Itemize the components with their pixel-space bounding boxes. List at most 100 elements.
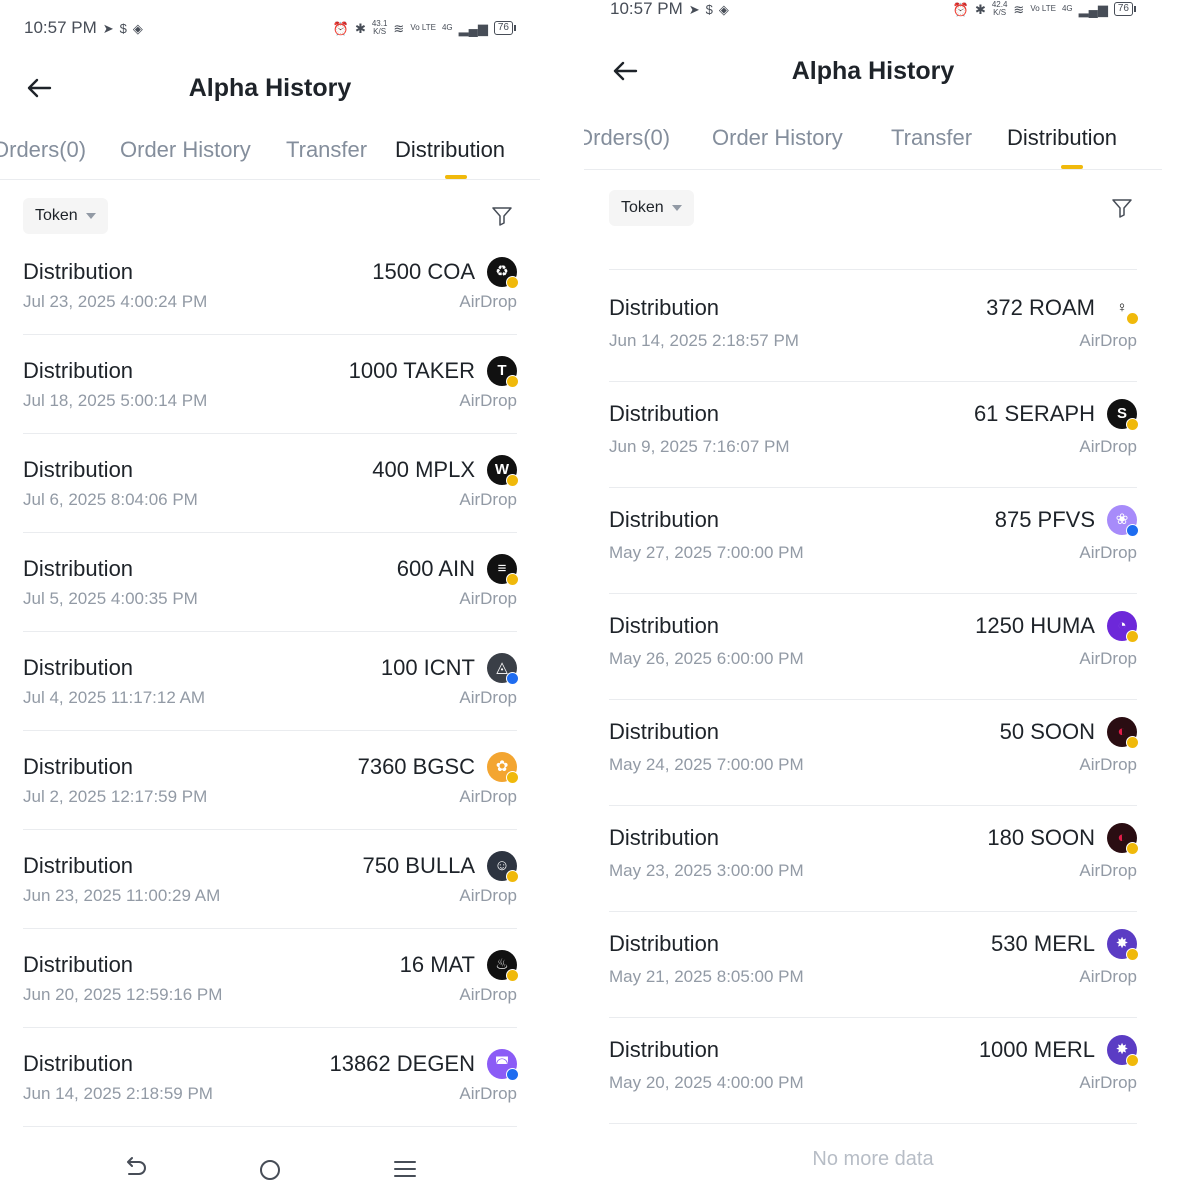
list-item[interactable]: Distribution Jul 18, 2025 5:00:14 PM 1000 … xyxy=(23,356,519,456)
icnt-coin-icon: ◬ xyxy=(487,653,519,685)
list-item[interactable]: Distribution May 24, 2025 7:00:00 PM 50 SO… xyxy=(609,717,1139,824)
row-title: Distribution xyxy=(609,931,720,956)
row-title: Distribution xyxy=(23,655,134,680)
row-date: Jun 14, 2025 2:18:59 PM xyxy=(23,1084,213,1103)
telegram-icon: ➤ xyxy=(102,20,114,36)
signal-icon: ▂▄▆ xyxy=(1078,1,1108,17)
row-type: AirDrop xyxy=(1079,861,1137,880)
row-amount: 875 PFVS xyxy=(994,507,1095,532)
bgsc-coin-icon: ✿ xyxy=(487,752,519,784)
list-item[interactable]: Distribution Jun 9, 2025 7:16:07 PM 61 SER… xyxy=(609,399,1139,506)
left-screenshot: 10:57 PM ➤ $ ◈ ⏰ ✱ 43.1 K/S ≋ Vo LTE 4G ▂… xyxy=(0,0,540,1200)
list-item[interactable]: Distribution Jun 23, 2025 11:00:29 AM 750 … xyxy=(23,851,519,951)
row-title: Distribution xyxy=(23,259,134,284)
list-item[interactable]: Distribution Jun 14, 2025 2:18:59 PM 13862… xyxy=(23,1049,519,1149)
list-item[interactable]: Distribution Jul 5, 2025 4:00:35 PM 600 AI… xyxy=(23,554,519,654)
tab-transfer[interactable]: Transfer xyxy=(286,132,367,168)
row-title: Distribution xyxy=(609,507,720,532)
token-filter-button[interactable]: Token xyxy=(609,190,694,226)
row-type: AirDrop xyxy=(459,490,517,509)
row-date: May 20, 2025 4:00:00 PM xyxy=(609,1073,804,1092)
row-type: AirDrop xyxy=(1079,331,1137,350)
battery-icon: 76 xyxy=(493,21,516,35)
status-time: 10:57 PM xyxy=(610,0,683,18)
list-item[interactable]: Distribution Jun 20, 2025 12:59:16 PM 16 M… xyxy=(23,950,519,1050)
list-item[interactable]: Distribution May 20, 2025 4:00:00 PM 1000 … xyxy=(609,1035,1139,1142)
list-item[interactable]: Distribution May 21, 2025 8:05:00 PM 530 M… xyxy=(609,929,1139,1036)
tab-divider xyxy=(0,179,540,180)
status-bar: 10:57 PM ➤ $ ◈ ⏰ ✱ 43.1 K/S ≋ Vo LTE 4G ▂… xyxy=(0,13,540,43)
page-title: Alpha History xyxy=(188,74,352,102)
row-title: Distribution xyxy=(23,1051,134,1076)
row-title: Distribution xyxy=(23,457,134,482)
tab-order-history[interactable]: Order History xyxy=(712,120,843,156)
filter-icon[interactable] xyxy=(1110,196,1134,220)
tab-distribution[interactable]: Distribution xyxy=(395,132,505,168)
row-title: Distribution xyxy=(23,358,134,383)
token-filter-button[interactable]: Token xyxy=(23,198,108,234)
list-item[interactable]: Distribution May 27, 2025 7:00:00 PM 875 P… xyxy=(609,505,1139,612)
list-item[interactable]: Distribution Jul 6, 2025 8:04:06 PM 400 MP… xyxy=(23,455,519,555)
list-item[interactable]: Distribution Jul 2, 2025 12:17:59 PM 7360 … xyxy=(23,752,519,852)
row-type: AirDrop xyxy=(459,589,517,608)
list-item[interactable]: Distribution Jul 4, 2025 11:17:12 AM 100 I… xyxy=(23,653,519,753)
row-title: Distribution xyxy=(23,952,134,977)
row-divider xyxy=(23,334,517,335)
tab-orders[interactable]: Orders(0) xyxy=(584,120,670,156)
tab-orders[interactable]: Orders(0) xyxy=(0,132,86,168)
row-divider xyxy=(23,730,517,731)
row-amount: 530 MERL xyxy=(991,931,1095,956)
tab-transfer[interactable]: Transfer xyxy=(891,120,972,156)
row-date: Jun 23, 2025 11:00:29 AM xyxy=(23,886,221,905)
row-amount: 1250 HUMA xyxy=(975,613,1095,638)
back-nav-icon[interactable] xyxy=(120,1150,150,1180)
row-date: Jun 14, 2025 2:18:57 PM xyxy=(609,331,799,350)
tab-divider xyxy=(584,169,1162,170)
filter-icon[interactable] xyxy=(490,204,514,228)
volte-label: Vo LTE xyxy=(1030,4,1056,13)
app-header: Alpha History xyxy=(584,51,1162,91)
pfvs-coin-icon: ❀ xyxy=(1107,505,1139,537)
row-amount: 400 MPLX xyxy=(372,457,475,482)
binance-icon: ◈ xyxy=(132,20,143,36)
tab-bar: Orders(0) Order History Transfer Distrib… xyxy=(0,132,540,179)
list-top-divider xyxy=(609,269,1137,270)
soon-coin-icon: ◐ xyxy=(1107,823,1139,855)
row-type: AirDrop xyxy=(1079,543,1137,562)
row-type: AirDrop xyxy=(459,688,517,707)
row-date: May 24, 2025 7:00:00 PM xyxy=(609,755,804,774)
dollar-icon: $ xyxy=(119,20,127,36)
wifi-icon: ≋ xyxy=(1013,1,1025,17)
list-item[interactable]: Distribution Jul 23, 2025 4:00:24 PM 1500 … xyxy=(23,257,519,357)
list-item[interactable]: Distribution May 23, 2025 3:00:00 PM 180 S… xyxy=(609,823,1139,930)
row-date: May 27, 2025 7:00:00 PM xyxy=(609,543,804,562)
roam-coin-icon: ♀ xyxy=(1107,293,1139,325)
no-more-data-label: No more data xyxy=(812,1148,934,1170)
row-divider xyxy=(609,1017,1137,1018)
row-divider xyxy=(23,1126,517,1127)
row-divider xyxy=(23,1027,517,1028)
row-date: Jul 2, 2025 12:17:59 PM xyxy=(23,787,208,806)
seraph-coin-icon: S xyxy=(1107,399,1139,431)
home-nav-icon[interactable] xyxy=(255,1150,285,1180)
row-amount: 600 AIN xyxy=(396,556,475,581)
caret-down-icon xyxy=(85,213,96,219)
mplx-coin-icon: W xyxy=(487,455,519,487)
menu-nav-icon[interactable] xyxy=(390,1150,420,1180)
tab-distribution[interactable]: Distribution xyxy=(1007,120,1117,156)
tab-order-history[interactable]: Order History xyxy=(120,132,251,168)
row-date: Jul 23, 2025 4:00:24 PM xyxy=(23,292,208,311)
list-item[interactable]: Distribution May 26, 2025 6:00:00 PM 1250 … xyxy=(609,611,1139,718)
row-amount: 100 ICNT xyxy=(380,655,475,680)
bluetooth-icon: ✱ xyxy=(354,20,366,36)
dollar-icon: $ xyxy=(705,1,713,17)
net-speed: 43.1 K/S xyxy=(371,19,388,36)
row-title: Distribution xyxy=(609,613,720,638)
list-item[interactable]: Distribution Jun 14, 2025 2:18:57 PM 372 R… xyxy=(609,293,1139,400)
binance-icon: ◈ xyxy=(718,1,729,17)
row-type: AirDrop xyxy=(459,985,517,1004)
row-title: Distribution xyxy=(23,853,134,878)
row-amount: 50 SOON xyxy=(999,719,1095,744)
row-date: Jul 5, 2025 4:00:35 PM xyxy=(23,589,198,608)
row-divider xyxy=(23,928,517,929)
